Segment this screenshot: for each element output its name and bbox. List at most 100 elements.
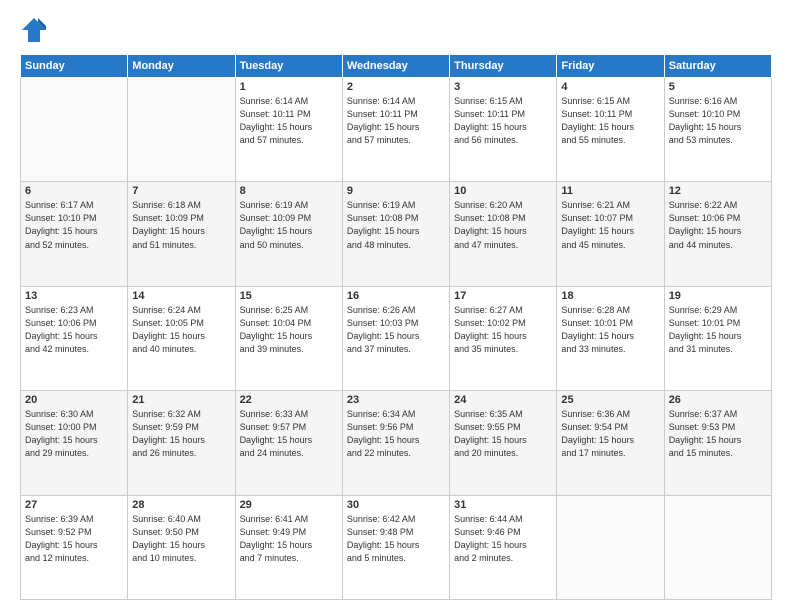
calendar-header: SundayMondayTuesdayWednesdayThursdayFrid…: [21, 55, 772, 78]
day-number: 27: [25, 499, 123, 511]
day-info: Sunrise: 6:39 AM Sunset: 9:52 PM Dayligh…: [25, 513, 123, 565]
logo: [20, 16, 50, 44]
day-header: Friday: [557, 55, 664, 78]
calendar-cell: 6 Sunrise: 6:17 AM Sunset: 10:10 PM Dayli…: [21, 182, 128, 286]
header-row: SundayMondayTuesdayWednesdayThursdayFrid…: [21, 55, 772, 78]
calendar-cell: 15 Sunrise: 6:25 AM Sunset: 10:04 PM Dayl…: [235, 286, 342, 390]
day-header: Saturday: [664, 55, 771, 78]
calendar-week: 20 Sunrise: 6:30 AM Sunset: 10:00 PM Dayl…: [21, 391, 772, 495]
day-number: 15: [240, 290, 338, 302]
logo-icon: [20, 16, 48, 44]
day-info: Sunrise: 6:15 AM Sunset: 10:11 PM Daylig…: [454, 95, 552, 147]
calendar-cell: 22Sunrise: 6:33 AM Sunset: 9:57 PM Dayli…: [235, 391, 342, 495]
calendar-week: 13Sunrise: 6:23 AM Sunset: 10:06 PM Dayl…: [21, 286, 772, 390]
day-number: 7: [132, 185, 230, 197]
calendar-cell: 25 Sunrise: 6:36 AM Sunset: 9:54 PM Dayli…: [557, 391, 664, 495]
calendar-cell: 17 Sunrise: 6:27 AM Sunset: 10:02 PM Dayl…: [450, 286, 557, 390]
day-info: Sunrise: 6:21 AM Sunset: 10:07 PM Daylig…: [561, 199, 659, 251]
day-info: Sunrise: 6:19 AM Sunset: 10:09 PM Daylig…: [240, 199, 338, 251]
calendar-cell: 12 Sunrise: 6:22 AM Sunset: 10:06 PM Dayl…: [664, 182, 771, 286]
day-number: 10: [454, 185, 552, 197]
calendar-cell: 9 Sunrise: 6:19 AM Sunset: 10:08 PM Dayli…: [342, 182, 449, 286]
day-info: Sunrise: 6:18 AM Sunset: 10:09 PM Daylig…: [132, 199, 230, 251]
day-number: 1: [240, 81, 338, 93]
day-header: Monday: [128, 55, 235, 78]
calendar-week: 27 Sunrise: 6:39 AM Sunset: 9:52 PM Dayli…: [21, 495, 772, 599]
day-number: 4: [561, 81, 659, 93]
day-number: 16: [347, 290, 445, 302]
calendar-cell: 1 Sunrise: 6:14 AM Sunset: 10:11 PM Dayli…: [235, 78, 342, 182]
calendar-cell: 4 Sunrise: 6:15 AM Sunset: 10:11 PM Dayli…: [557, 78, 664, 182]
calendar-cell: 30Sunrise: 6:42 AM Sunset: 9:48 PM Dayli…: [342, 495, 449, 599]
page: SundayMondayTuesdayWednesdayThursdayFrid…: [0, 0, 792, 612]
day-header: Sunday: [21, 55, 128, 78]
calendar-cell: 16 Sunrise: 6:26 AM Sunset: 10:03 PM Dayl…: [342, 286, 449, 390]
day-number: 29: [240, 499, 338, 511]
day-number: 6: [25, 185, 123, 197]
day-header: Wednesday: [342, 55, 449, 78]
day-info: Sunrise: 6:29 AM Sunset: 10:01 PM Daylig…: [669, 304, 767, 356]
day-info: Sunrise: 6:44 AM Sunset: 9:46 PM Dayligh…: [454, 513, 552, 565]
calendar-cell: 20 Sunrise: 6:30 AM Sunset: 10:00 PM Dayl…: [21, 391, 128, 495]
calendar-week: 1 Sunrise: 6:14 AM Sunset: 10:11 PM Dayli…: [21, 78, 772, 182]
calendar-cell: 26 Sunrise: 6:37 AM Sunset: 9:53 PM Dayli…: [664, 391, 771, 495]
day-number: 31: [454, 499, 552, 511]
day-info: Sunrise: 6:30 AM Sunset: 10:00 PM Daylig…: [25, 408, 123, 460]
calendar-cell: 8Sunrise: 6:19 AM Sunset: 10:09 PM Dayli…: [235, 182, 342, 286]
day-info: Sunrise: 6:36 AM Sunset: 9:54 PM Dayligh…: [561, 408, 659, 460]
calendar-cell: 23 Sunrise: 6:34 AM Sunset: 9:56 PM Dayli…: [342, 391, 449, 495]
day-info: Sunrise: 6:34 AM Sunset: 9:56 PM Dayligh…: [347, 408, 445, 460]
day-info: Sunrise: 6:22 AM Sunset: 10:06 PM Daylig…: [669, 199, 767, 251]
day-info: Sunrise: 6:32 AM Sunset: 9:59 PM Dayligh…: [132, 408, 230, 460]
day-number: 12: [669, 185, 767, 197]
day-info: Sunrise: 6:40 AM Sunset: 9:50 PM Dayligh…: [132, 513, 230, 565]
calendar-cell: [557, 495, 664, 599]
day-number: 20: [25, 394, 123, 406]
day-info: Sunrise: 6:26 AM Sunset: 10:03 PM Daylig…: [347, 304, 445, 356]
day-number: 5: [669, 81, 767, 93]
calendar-cell: 19 Sunrise: 6:29 AM Sunset: 10:01 PM Dayl…: [664, 286, 771, 390]
day-info: Sunrise: 6:14 AM Sunset: 10:11 PM Daylig…: [240, 95, 338, 147]
day-number: 23: [347, 394, 445, 406]
day-info: Sunrise: 6:37 AM Sunset: 9:53 PM Dayligh…: [669, 408, 767, 460]
calendar-cell: [21, 78, 128, 182]
calendar-cell: 29 Sunrise: 6:41 AM Sunset: 9:49 PM Dayli…: [235, 495, 342, 599]
calendar-cell: 31 Sunrise: 6:44 AM Sunset: 9:46 PM Dayli…: [450, 495, 557, 599]
day-info: Sunrise: 6:35 AM Sunset: 9:55 PM Dayligh…: [454, 408, 552, 460]
calendar-cell: 28Sunrise: 6:40 AM Sunset: 9:50 PM Dayli…: [128, 495, 235, 599]
day-info: Sunrise: 6:24 AM Sunset: 10:05 PM Daylig…: [132, 304, 230, 356]
calendar-cell: 11Sunrise: 6:21 AM Sunset: 10:07 PM Dayl…: [557, 182, 664, 286]
calendar-cell: 13Sunrise: 6:23 AM Sunset: 10:06 PM Dayl…: [21, 286, 128, 390]
day-info: Sunrise: 6:23 AM Sunset: 10:06 PM Daylig…: [25, 304, 123, 356]
calendar-cell: 18 Sunrise: 6:28 AM Sunset: 10:01 PM Dayl…: [557, 286, 664, 390]
day-number: 9: [347, 185, 445, 197]
day-info: Sunrise: 6:15 AM Sunset: 10:11 PM Daylig…: [561, 95, 659, 147]
day-number: 30: [347, 499, 445, 511]
day-info: Sunrise: 6:20 AM Sunset: 10:08 PM Daylig…: [454, 199, 552, 251]
day-number: 26: [669, 394, 767, 406]
calendar-cell: 27 Sunrise: 6:39 AM Sunset: 9:52 PM Dayli…: [21, 495, 128, 599]
day-info: Sunrise: 6:25 AM Sunset: 10:04 PM Daylig…: [240, 304, 338, 356]
day-number: 17: [454, 290, 552, 302]
day-number: 25: [561, 394, 659, 406]
calendar-cell: 5Sunrise: 6:16 AM Sunset: 10:10 PM Dayli…: [664, 78, 771, 182]
day-info: Sunrise: 6:28 AM Sunset: 10:01 PM Daylig…: [561, 304, 659, 356]
calendar-cell: 14 Sunrise: 6:24 AM Sunset: 10:05 PM Dayl…: [128, 286, 235, 390]
calendar-body: 1 Sunrise: 6:14 AM Sunset: 10:11 PM Dayli…: [21, 78, 772, 600]
day-number: 19: [669, 290, 767, 302]
day-info: Sunrise: 6:17 AM Sunset: 10:10 PM Daylig…: [25, 199, 123, 251]
calendar-cell: 2Sunrise: 6:14 AM Sunset: 10:11 PM Dayli…: [342, 78, 449, 182]
day-info: Sunrise: 6:41 AM Sunset: 9:49 PM Dayligh…: [240, 513, 338, 565]
calendar-week: 6 Sunrise: 6:17 AM Sunset: 10:10 PM Dayli…: [21, 182, 772, 286]
calendar-cell: 21Sunrise: 6:32 AM Sunset: 9:59 PM Dayli…: [128, 391, 235, 495]
day-number: 14: [132, 290, 230, 302]
day-header: Tuesday: [235, 55, 342, 78]
day-info: Sunrise: 6:19 AM Sunset: 10:08 PM Daylig…: [347, 199, 445, 251]
day-number: 22: [240, 394, 338, 406]
day-info: Sunrise: 6:14 AM Sunset: 10:11 PM Daylig…: [347, 95, 445, 147]
day-number: 18: [561, 290, 659, 302]
calendar-cell: 10 Sunrise: 6:20 AM Sunset: 10:08 PM Dayl…: [450, 182, 557, 286]
day-info: Sunrise: 6:27 AM Sunset: 10:02 PM Daylig…: [454, 304, 552, 356]
calendar-cell: 24Sunrise: 6:35 AM Sunset: 9:55 PM Dayli…: [450, 391, 557, 495]
calendar-cell: 3Sunrise: 6:15 AM Sunset: 10:11 PM Dayli…: [450, 78, 557, 182]
